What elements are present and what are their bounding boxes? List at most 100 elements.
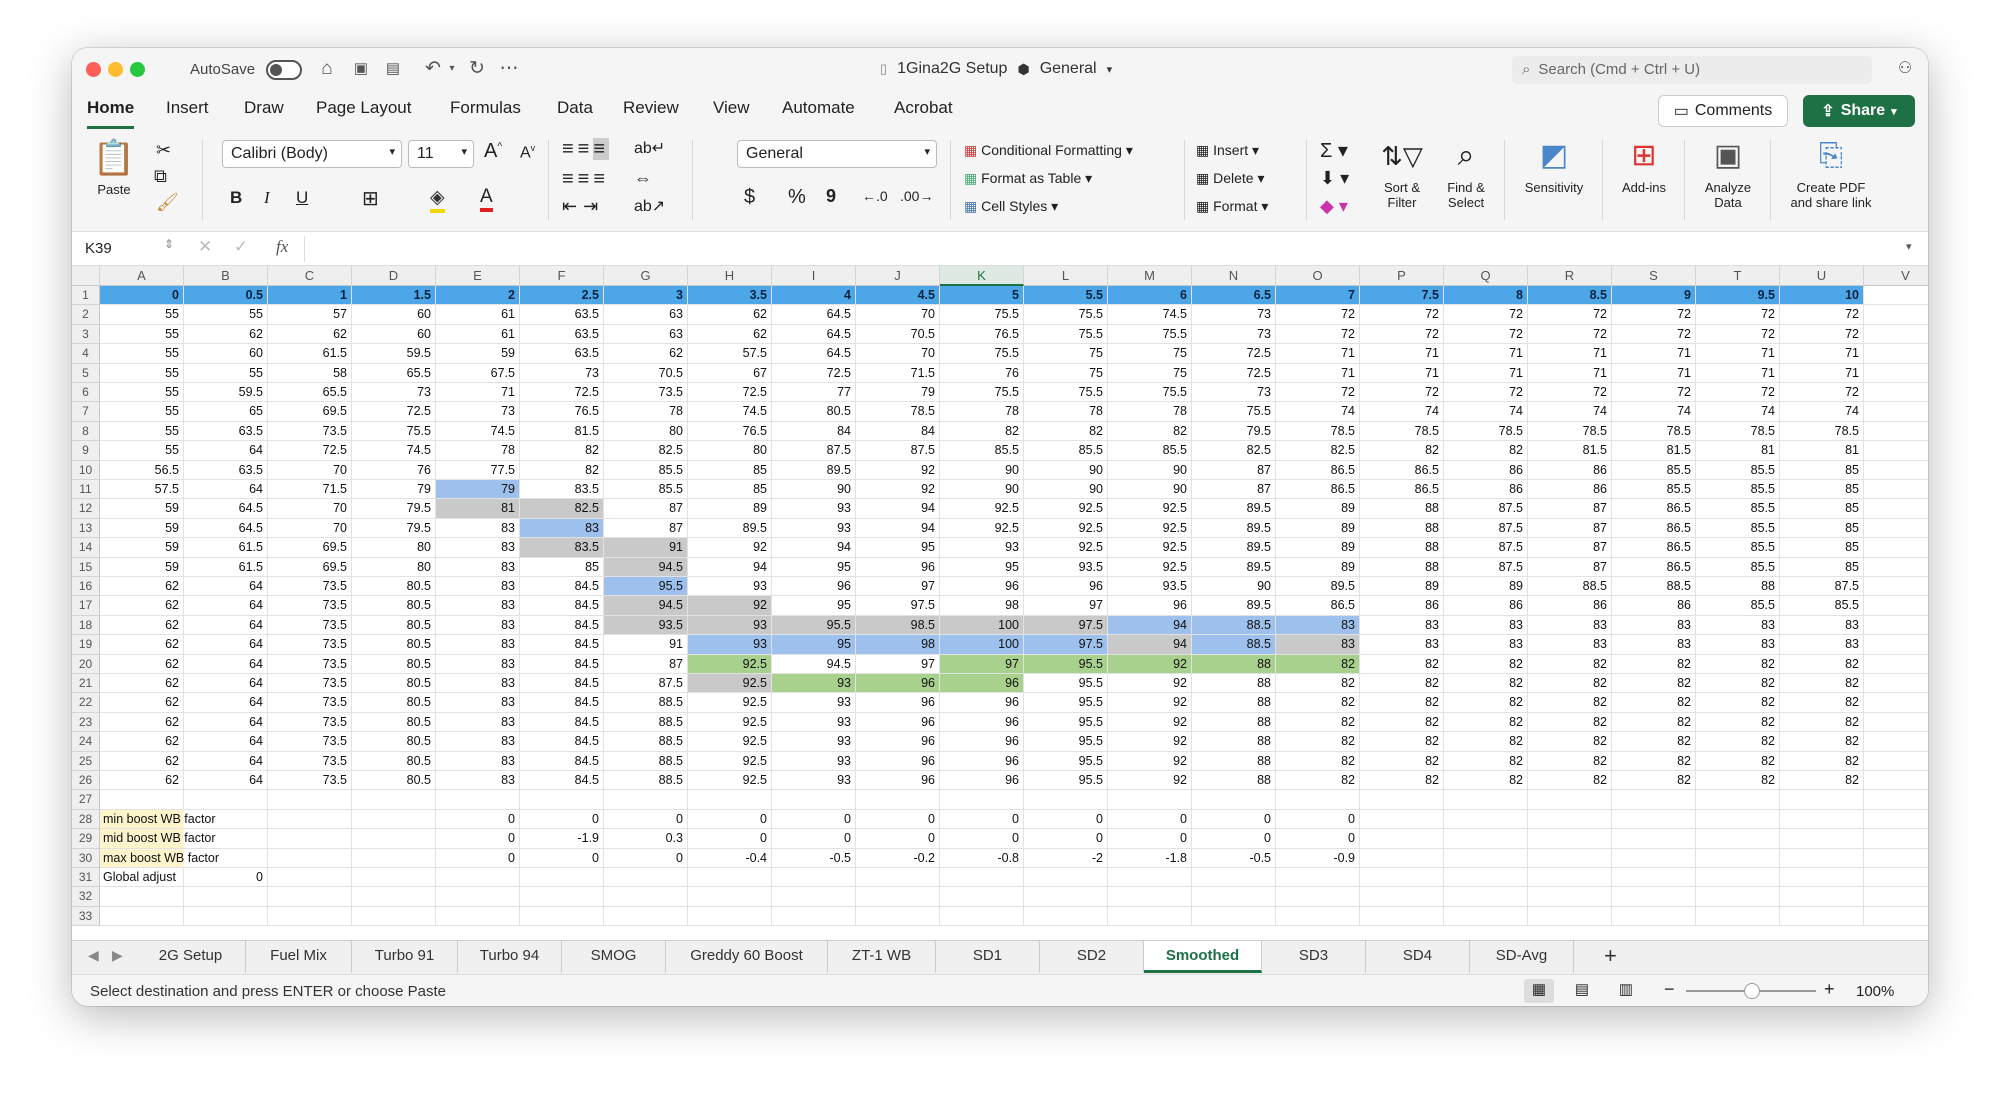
- table-cell[interactable]: 95.5: [1024, 654, 1108, 674]
- sheet-tab-fuel-mix[interactable]: Fuel Mix: [246, 941, 352, 973]
- empty-cell[interactable]: [436, 790, 520, 810]
- table-cell[interactable]: 82: [1780, 751, 1864, 771]
- table-cell[interactable]: 85.5: [1696, 596, 1780, 616]
- minimize-window-button[interactable]: [108, 62, 123, 77]
- table-cell[interactable]: 82: [1612, 751, 1696, 771]
- table-cell[interactable]: 94.5: [604, 596, 688, 616]
- table-cell[interactable]: 94: [688, 557, 772, 577]
- table-cell[interactable]: 82: [1444, 751, 1528, 771]
- table-cell[interactable]: 72: [1276, 324, 1360, 345]
- borders-icon[interactable]: ⊞: [362, 186, 379, 211]
- table-cell[interactable]: 62: [268, 324, 352, 345]
- table-cell[interactable]: 96: [772, 577, 856, 597]
- table-cell[interactable]: 83: [436, 771, 520, 791]
- table-cell[interactable]: 87.5: [1444, 518, 1528, 539]
- header-cell[interactable]: 9: [1612, 286, 1696, 306]
- table-cell[interactable]: 93: [688, 635, 772, 655]
- table-cell[interactable]: 55: [100, 383, 184, 403]
- table-cell[interactable]: 55: [100, 421, 184, 442]
- empty-cell[interactable]: [1864, 829, 1928, 849]
- empty-cell[interactable]: [1696, 906, 1780, 927]
- table-cell[interactable]: 83: [1276, 615, 1360, 636]
- clear-icon[interactable]: ◆ ▾: [1320, 196, 1348, 217]
- table-cell[interactable]: 92.5: [1108, 518, 1192, 539]
- table-cell[interactable]: 55: [100, 363, 184, 383]
- empty-cell[interactable]: [1612, 848, 1696, 868]
- table-cell[interactable]: 80.5: [352, 654, 436, 674]
- table-cell[interactable]: 82: [1528, 654, 1612, 674]
- table-cell[interactable]: 89.5: [688, 518, 772, 539]
- table-cell[interactable]: 86.5: [1612, 538, 1696, 558]
- table-cell[interactable]: 76.5: [688, 421, 772, 442]
- more-icon[interactable]: ⋯: [498, 57, 520, 81]
- horizontal-align-icons[interactable]: ≡≡≡: [562, 168, 609, 191]
- find-select-button[interactable]: ⌕ Find & Select: [1434, 136, 1498, 210]
- table-cell[interactable]: 86: [1360, 596, 1444, 616]
- table-cell[interactable]: 86.5: [1360, 480, 1444, 500]
- min-factor-cell[interactable]: 0: [1192, 809, 1276, 830]
- spreadsheet-grid[interactable]: ABCDEFGHIJKLMNOPQRSTUV 1 2 3 4 5 6 7 8 9 10 11 12 13…: [72, 266, 1928, 940]
- empty-cell[interactable]: [1444, 809, 1528, 830]
- column-header-s[interactable]: S: [1612, 266, 1696, 286]
- table-cell[interactable]: 75.5: [1024, 324, 1108, 345]
- empty-cell[interactable]: [100, 906, 184, 927]
- table-cell[interactable]: 85.5: [1024, 441, 1108, 461]
- table-cell[interactable]: 82: [1696, 693, 1780, 713]
- global-adjust-label[interactable]: Global adjust: [100, 868, 184, 888]
- table-cell[interactable]: 89: [1360, 577, 1444, 597]
- column-header-n[interactable]: N: [1192, 266, 1276, 286]
- table-cell[interactable]: 88: [1192, 712, 1276, 733]
- table-cell[interactable]: 79.5: [352, 518, 436, 539]
- paste-button[interactable]: 📋 Paste: [84, 138, 144, 197]
- font-name-select[interactable]: Calibri (Body) ▾: [222, 140, 402, 168]
- search-input[interactable]: ⌕ Search (Cmd + Ctrl + U): [1512, 56, 1872, 84]
- header-cell[interactable]: 7.5: [1360, 286, 1444, 306]
- empty-cell[interactable]: [1612, 829, 1696, 849]
- table-cell[interactable]: 73: [436, 402, 520, 422]
- empty-cell[interactable]: [1864, 693, 1928, 713]
- header-cell[interactable]: 10: [1780, 286, 1864, 306]
- table-cell[interactable]: 75: [1024, 363, 1108, 383]
- table-cell[interactable]: 88.5: [604, 693, 688, 713]
- italic-button[interactable]: I: [264, 188, 270, 208]
- table-cell[interactable]: 61.5: [184, 538, 268, 558]
- empty-cell[interactable]: [1612, 790, 1696, 810]
- column-header-t[interactable]: T: [1696, 266, 1780, 286]
- table-cell[interactable]: 82: [1360, 693, 1444, 713]
- table-cell[interactable]: 90: [940, 480, 1024, 500]
- table-cell[interactable]: 85.5: [1696, 518, 1780, 539]
- empty-cell[interactable]: [436, 887, 520, 907]
- empty-cell[interactable]: [1780, 829, 1864, 849]
- row-header-7[interactable]: 7: [72, 402, 100, 422]
- table-cell[interactable]: 85.5: [1696, 460, 1780, 480]
- table-cell[interactable]: 72: [1360, 383, 1444, 403]
- empty-cell[interactable]: [1780, 848, 1864, 868]
- table-cell[interactable]: 87.5: [1444, 557, 1528, 577]
- row-header-16[interactable]: 16: [72, 577, 100, 597]
- table-cell[interactable]: 82: [520, 460, 604, 480]
- row-header-11[interactable]: 11: [72, 480, 100, 500]
- empty-cell[interactable]: [520, 868, 604, 888]
- enter-icon[interactable]: ✓: [234, 237, 248, 257]
- table-cell[interactable]: 71: [1528, 363, 1612, 383]
- table-cell[interactable]: 88: [1192, 751, 1276, 771]
- table-cell[interactable]: 55: [100, 441, 184, 461]
- empty-cell[interactable]: [1360, 887, 1444, 907]
- table-cell[interactable]: 70: [268, 460, 352, 480]
- table-cell[interactable]: 64: [184, 732, 268, 752]
- table-cell[interactable]: 96: [1024, 577, 1108, 597]
- table-cell[interactable]: 82: [1612, 654, 1696, 674]
- table-cell[interactable]: 83: [1444, 635, 1528, 655]
- max-factor-cell[interactable]: -1.8: [1108, 848, 1192, 868]
- bold-button[interactable]: B: [230, 188, 242, 208]
- table-cell[interactable]: 79.5: [352, 499, 436, 519]
- table-cell[interactable]: 95: [772, 557, 856, 577]
- table-cell[interactable]: 86.5: [1360, 460, 1444, 480]
- row-header-17[interactable]: 17: [72, 596, 100, 616]
- table-cell[interactable]: 82: [940, 421, 1024, 442]
- table-cell[interactable]: 93: [772, 499, 856, 519]
- table-cell[interactable]: 82: [1276, 732, 1360, 752]
- table-cell[interactable]: 95: [940, 557, 1024, 577]
- header-cell[interactable]: 4: [772, 286, 856, 306]
- undo-icon[interactable]: ↶: [422, 57, 444, 81]
